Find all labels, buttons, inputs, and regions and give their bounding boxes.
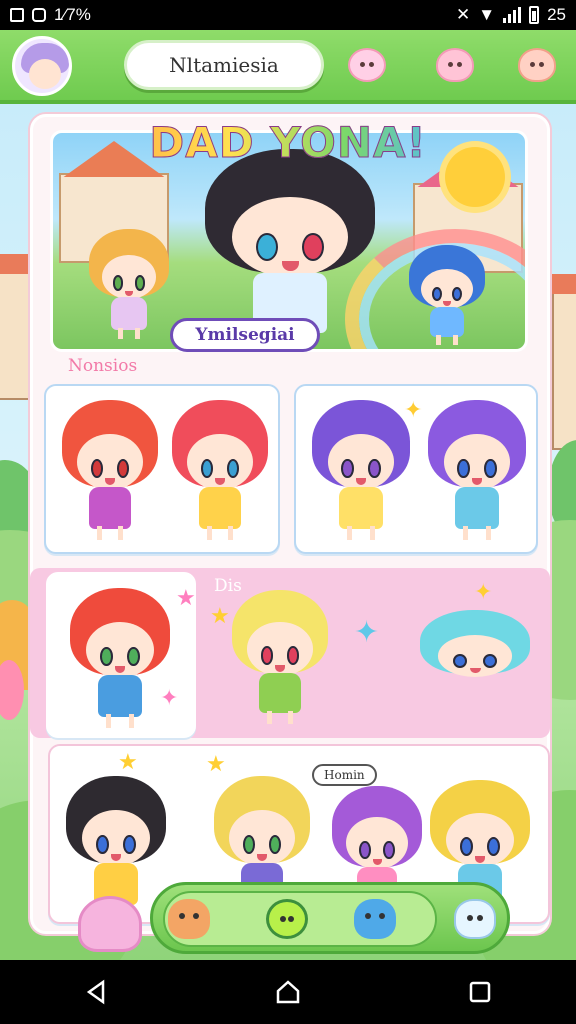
character-yellow-hair[interactable] [232,590,328,724]
character-orange-hair [89,229,169,339]
star-icon: ★ [210,604,230,629]
character-black-bun [66,776,166,916]
status-bar: 1⁄7% ✕ ▼ 25 [0,0,576,30]
star-icon: ★ [118,750,138,775]
speech-star-icon: ✦ [404,398,423,423]
clock: 25 [547,5,566,24]
signal-icon [503,7,522,23]
star-icon: ✦ [474,580,493,605]
character-purple-bun [312,400,410,540]
bottom-dock [150,882,510,954]
tools-icon: ✕ [456,5,471,24]
star-icon: ✦ [160,686,179,711]
cat-icon [454,899,496,939]
smiley-pet-button[interactable] [261,893,313,945]
back-button[interactable] [66,962,126,1022]
back-icon [86,979,105,1005]
top-bar: Nltamiesia [0,30,576,104]
character-blue-hair [409,245,485,345]
sparkle-icon: ✦ [354,615,380,650]
blue-hair-character-button[interactable] [349,893,401,945]
recents-icon [469,981,491,1003]
pink-ghost-pet[interactable] [78,896,142,952]
fox-icon [168,899,210,939]
speech-bubble: Homin [312,764,377,786]
system-navbar [0,960,576,1024]
character-red-curly [62,400,158,540]
character-red-pigtails [70,588,170,728]
character-card-purple[interactable]: ✦ [294,384,538,554]
white-cat-pet-button[interactable] [449,893,501,945]
character-cyan-hair[interactable] [420,610,530,714]
recents-button[interactable] [450,962,510,1022]
home-button[interactable] [258,962,318,1022]
peach-blob-icon[interactable] [514,42,560,88]
star-icon: ★ [176,586,196,611]
battery-icon [529,6,540,24]
player-avatar[interactable] [12,36,72,96]
game-title[interactable]: Nltamiesia [124,40,324,90]
star-icon: ★ [206,752,226,777]
banner-title: DAD YONA! [0,118,576,168]
character-purple-twin [428,400,526,540]
notification-icon [32,8,46,22]
pink-blob-icon[interactable] [432,42,478,88]
character-red-ponytail [172,400,268,540]
gallery-icon [10,8,24,22]
wifi-icon: ▼ [478,5,496,24]
home-icon [276,980,300,1004]
character-card-red-2[interactable] [46,572,196,738]
smiley-icon [266,899,308,939]
banner-sign[interactable]: Ymilsegiai [170,318,320,352]
fox-pet-button[interactable] [163,893,215,945]
character-card-red[interactable] [44,384,280,554]
blue-character-icon [354,899,396,939]
lollipop-icon[interactable] [344,42,390,88]
section-label: Nonsios [68,356,138,376]
status-left-text: 1⁄7% [54,5,91,24]
